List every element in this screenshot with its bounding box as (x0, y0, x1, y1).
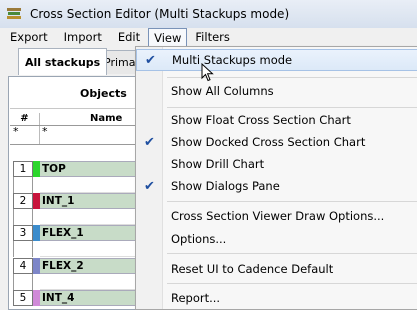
layer-number: 4 (13, 258, 33, 274)
name-filter-field[interactable]: * (42, 126, 48, 144)
mouse-cursor-icon (201, 63, 214, 82)
menu-item-multi-stackups-mode[interactable]: ✔ Multi Stackups mode (136, 49, 417, 71)
check-icon: ✔ (145, 52, 156, 68)
num-filter-field[interactable]: * (10, 126, 40, 144)
menu-item-options[interactable]: Options... (136, 228, 417, 250)
menu-item-label: Show Drill Chart (171, 157, 265, 171)
layer-color-swatch (33, 161, 40, 177)
layer-color-swatch (33, 225, 40, 241)
menu-item-label: Options... (171, 232, 227, 246)
objects-header-label: Objects (80, 87, 127, 100)
menu-edit[interactable]: Edit (110, 28, 148, 46)
menu-item-label: Reset UI to Cadence Default (171, 262, 334, 276)
menu-bar: Export Import Edit View Filters (0, 28, 417, 46)
menu-item-show-float-chart[interactable]: Show Float Cross Section Chart (136, 109, 417, 131)
layer-number: 1 (13, 161, 33, 177)
title-bar: Cross Section Editor (Multi Stackups mod… (0, 0, 417, 28)
menu-separator (167, 107, 417, 108)
menu-item-show-dialogs-pane[interactable]: ✔ Show Dialogs Pane (136, 175, 417, 197)
check-icon: ✔ (144, 178, 155, 194)
menu-separator (167, 201, 417, 202)
check-icon: ✔ (144, 134, 155, 150)
menu-export[interactable]: Export (2, 28, 56, 46)
menu-filters[interactable]: Filters (187, 28, 237, 46)
menu-item-show-drill-chart[interactable]: Show Drill Chart (136, 153, 417, 175)
layer-color-swatch (33, 290, 40, 306)
menu-item-reset-ui[interactable]: Reset UI to Cadence Default (136, 258, 417, 280)
menu-separator (167, 283, 417, 284)
layer-color-swatch (33, 193, 40, 209)
menu-import[interactable]: Import (56, 28, 110, 46)
menu-item-label: Show Float Cross Section Chart (171, 113, 351, 127)
menu-item-label: Report... (171, 291, 221, 305)
layer-number: 2 (13, 193, 33, 209)
menu-item-viewer-draw-options[interactable]: Cross Section Viewer Draw Options... (136, 205, 417, 227)
layer-color-swatch (33, 258, 40, 274)
menu-item-label: Show Docked Cross Section Chart (171, 135, 366, 149)
menu-item-label: Multi Stackups mode (172, 53, 293, 67)
name-column-header[interactable]: Name (90, 113, 122, 124)
window-title: Cross Section Editor (Multi Stackups mod… (30, 7, 290, 21)
menu-separator (167, 253, 417, 254)
menu-item-show-all-columns[interactable]: Show All Columns (136, 80, 417, 102)
menu-item-show-docked-chart[interactable]: ✔ Show Docked Cross Section Chart (136, 131, 417, 153)
tab-all-stackups[interactable]: All stackups (18, 48, 108, 75)
view-menu-dropdown: ✔ Multi Stackups mode Show All Columns S… (135, 46, 417, 310)
menu-item-label: Show All Columns (171, 84, 274, 98)
layer-number: 3 (13, 225, 33, 241)
menu-item-label: Cross Section Viewer Draw Options... (171, 209, 385, 223)
menu-view[interactable]: View (148, 28, 188, 46)
menu-item-label: Show Dialogs Pane (171, 179, 280, 193)
layer-number: 5 (13, 290, 33, 306)
app-icon (7, 8, 21, 19)
num-column-header[interactable]: # (10, 113, 40, 125)
menu-item-report[interactable]: Report... (136, 287, 417, 309)
